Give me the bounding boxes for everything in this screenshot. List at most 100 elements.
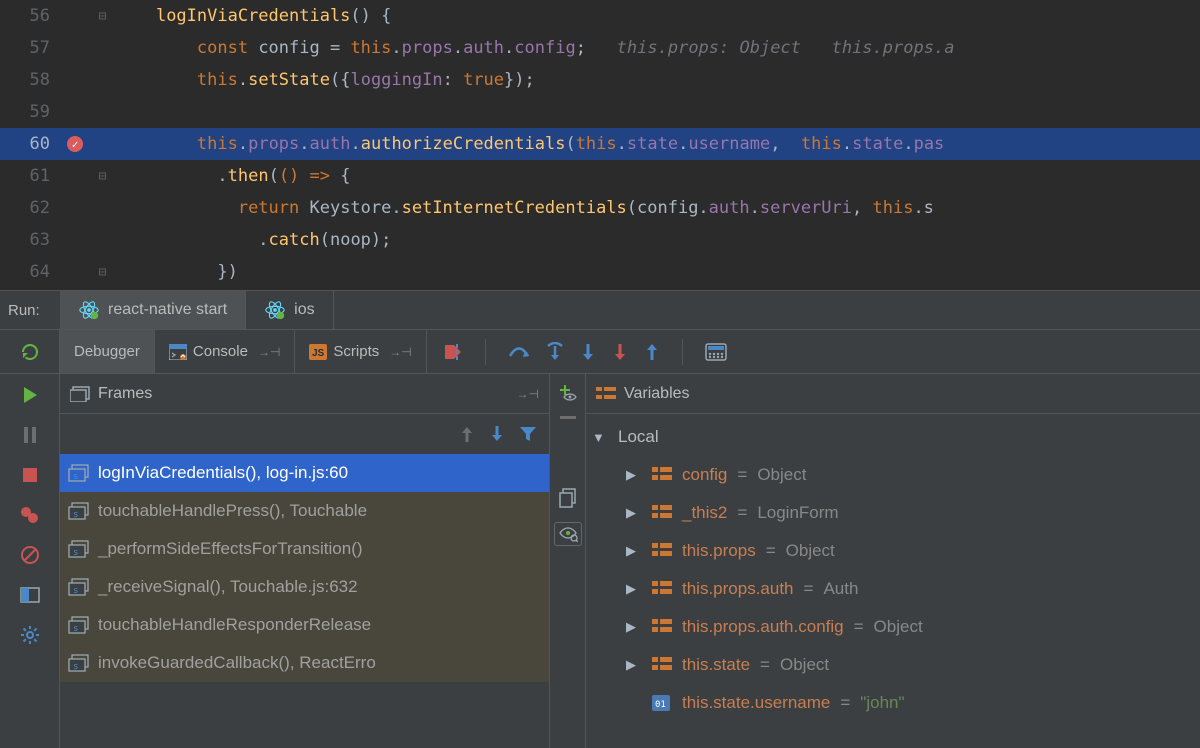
variable-row[interactable]: ▶ this.props = Object: [586, 532, 1200, 570]
variable-row[interactable]: ▶ this.props.auth.config = Object: [586, 608, 1200, 646]
force-step-into-icon[interactable]: [580, 342, 596, 362]
rerun-button[interactable]: [0, 330, 60, 373]
editor-line[interactable]: 56 ⊟ logInViaCredentials() {: [0, 0, 1200, 32]
line-number[interactable]: 63: [0, 230, 60, 250]
code-text[interactable]: const config = this.props.auth.config; t…: [115, 38, 1200, 58]
step-over-icon[interactable]: [508, 343, 530, 361]
svg-text:01: 01: [655, 700, 666, 710]
layout-settings-button[interactable]: [17, 582, 43, 608]
expand-icon[interactable]: ▶: [626, 657, 642, 673]
variable-type-icon: 01: [652, 695, 672, 711]
stop-button[interactable]: [17, 462, 43, 488]
next-frame-icon[interactable]: [489, 425, 505, 443]
fold-toggle[interactable]: ⊟: [90, 169, 115, 184]
line-number[interactable]: 64: [0, 262, 60, 282]
frame-item[interactable]: s_receiveSignal(), Touchable.js:632: [60, 568, 549, 606]
run-tab[interactable]: ios: [246, 291, 333, 329]
frame-label: touchableHandleResponderRelease: [98, 615, 371, 635]
frame-item[interactable]: slogInViaCredentials(), log-in.js:60: [60, 454, 549, 492]
step-out-icon[interactable]: [612, 342, 628, 362]
editor-line[interactable]: 60 ✓ this.props.auth.authorizeCredential…: [0, 128, 1200, 160]
fold-toggle[interactable]: ⊟: [90, 9, 115, 24]
new-watch-icon[interactable]: [558, 384, 578, 402]
restore-layout-icon[interactable]: [70, 386, 90, 402]
line-number[interactable]: 61: [0, 166, 60, 186]
fold-toggle[interactable]: ⊟: [90, 265, 115, 280]
editor-line[interactable]: 58 this.setState({loggingIn: true});: [0, 64, 1200, 96]
editor-line[interactable]: 61 ⊟ .then(() => {: [0, 160, 1200, 192]
variable-row[interactable]: ▶ config = Object: [586, 456, 1200, 494]
mute-breakpoints-button[interactable]: [17, 542, 43, 568]
code-text[interactable]: this.props.auth.authorizeCredentials(thi…: [115, 134, 1200, 154]
frame-label: touchableHandlePress(), Touchable: [98, 501, 367, 521]
editor-line[interactable]: 59: [0, 96, 1200, 128]
variable-row[interactable]: ▶ _this2 = LoginForm: [586, 494, 1200, 532]
step-into-icon[interactable]: [546, 342, 564, 362]
variable-row[interactable]: 01 this.state.username = "john": [586, 684, 1200, 722]
copy-icon[interactable]: [559, 488, 577, 508]
line-number[interactable]: 60: [0, 134, 60, 154]
frame-item[interactable]: stouchableHandlePress(), Touchable: [60, 492, 549, 530]
show-execution-point-icon[interactable]: [443, 343, 463, 361]
svg-text:s: s: [73, 472, 78, 482]
editor-line[interactable]: 57 const config = this.props.auth.config…: [0, 32, 1200, 64]
svg-text:s: s: [73, 662, 78, 672]
pin-icon[interactable]: →⊣: [389, 345, 411, 359]
code-text[interactable]: return Keystore.setInternetCredentials(c…: [115, 198, 1200, 218]
remove-watch-icon[interactable]: [560, 416, 576, 420]
debug-tab[interactable]: Debugger: [60, 330, 155, 373]
gutter-breakpoint[interactable]: ✓: [60, 136, 90, 152]
run-tab[interactable]: react-native start: [60, 291, 246, 329]
breakpoint-icon[interactable]: ✓: [67, 136, 83, 152]
evaluate-expression-icon[interactable]: [705, 343, 727, 361]
frame-item[interactable]: s_performSideEffectsForTransition(): [60, 530, 549, 568]
expand-icon[interactable]: ▶: [626, 467, 642, 483]
variables-title: Variables: [624, 385, 690, 403]
debug-tab-label: Scripts: [333, 343, 379, 360]
run-tab-label: ios: [294, 301, 314, 319]
variable-type-icon: [652, 619, 672, 635]
line-number[interactable]: 58: [0, 70, 60, 90]
expand-icon[interactable]: ▶: [626, 619, 642, 635]
code-text[interactable]: logInViaCredentials() {: [115, 6, 1200, 26]
resume-button[interactable]: [17, 382, 43, 408]
variables-tree[interactable]: ▼ Local ▶ config = Object▶ _this2 = Logi…: [586, 414, 1200, 748]
line-number[interactable]: 57: [0, 38, 60, 58]
line-number[interactable]: 56: [0, 6, 60, 26]
frame-item[interactable]: sinvokeGuardedCallback(), ReactErro: [60, 644, 549, 682]
react-icon: [78, 299, 100, 321]
frames-list[interactable]: slogInViaCredentials(), log-in.js:60stou…: [60, 454, 549, 748]
editor-line[interactable]: 62 return Keystore.setInternetCredential…: [0, 192, 1200, 224]
variable-name: this.props: [682, 541, 756, 561]
run-to-cursor-icon[interactable]: [644, 342, 660, 362]
variable-name: this.state: [682, 655, 750, 675]
filter-icon[interactable]: [519, 426, 537, 442]
pin-icon[interactable]: →⊣: [517, 387, 539, 401]
collapse-icon[interactable]: ▼: [592, 430, 608, 445]
expand-icon[interactable]: ▶: [626, 581, 642, 597]
variable-row[interactable]: ▶ this.state = Object: [586, 646, 1200, 684]
debug-tab[interactable]: JS Scripts →⊣: [295, 330, 426, 373]
view-breakpoints-button[interactable]: [17, 502, 43, 528]
prev-frame-icon[interactable]: [459, 425, 475, 443]
editor-line[interactable]: 63 .catch(noop);: [0, 224, 1200, 256]
debug-tab[interactable]: Console→⊣: [155, 330, 296, 373]
code-text[interactable]: }): [115, 262, 1200, 282]
line-number[interactable]: 59: [0, 102, 60, 122]
pin-icon[interactable]: →⊣: [258, 345, 280, 359]
line-number[interactable]: 62: [0, 198, 60, 218]
frame-item[interactable]: stouchableHandleResponderRelease: [60, 606, 549, 644]
code-text[interactable]: this.setState({loggingIn: true});: [115, 70, 1200, 90]
code-editor[interactable]: 56 ⊟ logInViaCredentials() {57 const con…: [0, 0, 1200, 290]
settings-gear-button[interactable]: [17, 622, 43, 648]
variable-row[interactable]: ▶ this.props.auth = Auth: [586, 570, 1200, 608]
tab-icon: JS: [309, 344, 327, 360]
pause-button[interactable]: [17, 422, 43, 448]
variable-type-icon: [652, 467, 672, 483]
expand-icon[interactable]: ▶: [626, 543, 642, 559]
code-text[interactable]: .catch(noop);: [115, 230, 1200, 250]
code-text[interactable]: .then(() => {: [115, 166, 1200, 186]
watches-view-icon[interactable]: [554, 522, 582, 546]
expand-icon[interactable]: ▶: [626, 505, 642, 521]
editor-line[interactable]: 64 ⊟ }): [0, 256, 1200, 288]
